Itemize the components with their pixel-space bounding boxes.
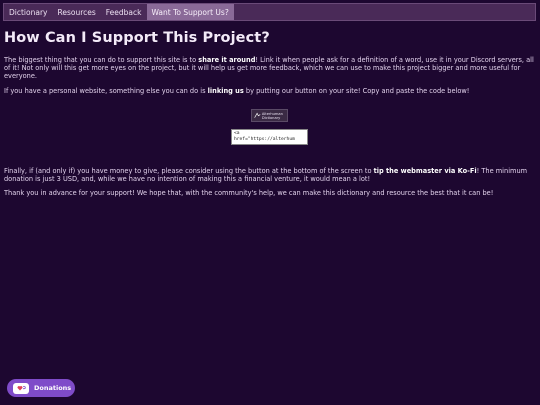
site-button-badge[interactable]: Alterhuman Dictionary — [251, 109, 288, 122]
embed-code-textarea[interactable]: <a href="https://alterhum — [231, 129, 308, 145]
dictionary-logo-icon — [254, 112, 261, 118]
share-text-start: The biggest thing that you can do to sup… — [4, 56, 199, 64]
badge-label: Alterhuman Dictionary — [261, 111, 283, 120]
link-text-end: by putting our button on your site! Copy… — [243, 87, 470, 95]
nav-feedback[interactable]: Feedback — [101, 4, 147, 20]
thanks-paragraph: Thank you in advance for your support! W… — [4, 189, 494, 197]
nav-dictionary[interactable]: Dictionary — [4, 4, 52, 20]
nav-support-us[interactable]: Want To Support Us? — [146, 4, 234, 20]
donations-label: Donations — [34, 384, 72, 392]
donate-text-start: Finally, if (and only if) you have money… — [4, 167, 374, 175]
top-navbar: Dictionary Resources Feedback Want To Su… — [3, 3, 536, 21]
nav-resources[interactable]: Resources — [52, 4, 100, 20]
page-title: How Can I Support This Project? — [4, 30, 270, 46]
link-paragraph: If you have a personal website, somethin… — [4, 87, 536, 95]
link-text-start: If you have a personal website, somethin… — [4, 87, 208, 95]
donate-paragraph: Finally, if (and only if) you have money… — [4, 167, 536, 183]
kofi-cup-icon — [13, 382, 29, 394]
kofi-emphasis: tip the webmaster via Ko-Fi — [373, 167, 477, 175]
link-emphasis: linking us — [207, 87, 244, 95]
donations-button[interactable]: Donations — [7, 379, 75, 397]
share-emphasis: share it around — [198, 56, 256, 64]
share-paragraph: The biggest thing that you can do to sup… — [4, 56, 536, 80]
